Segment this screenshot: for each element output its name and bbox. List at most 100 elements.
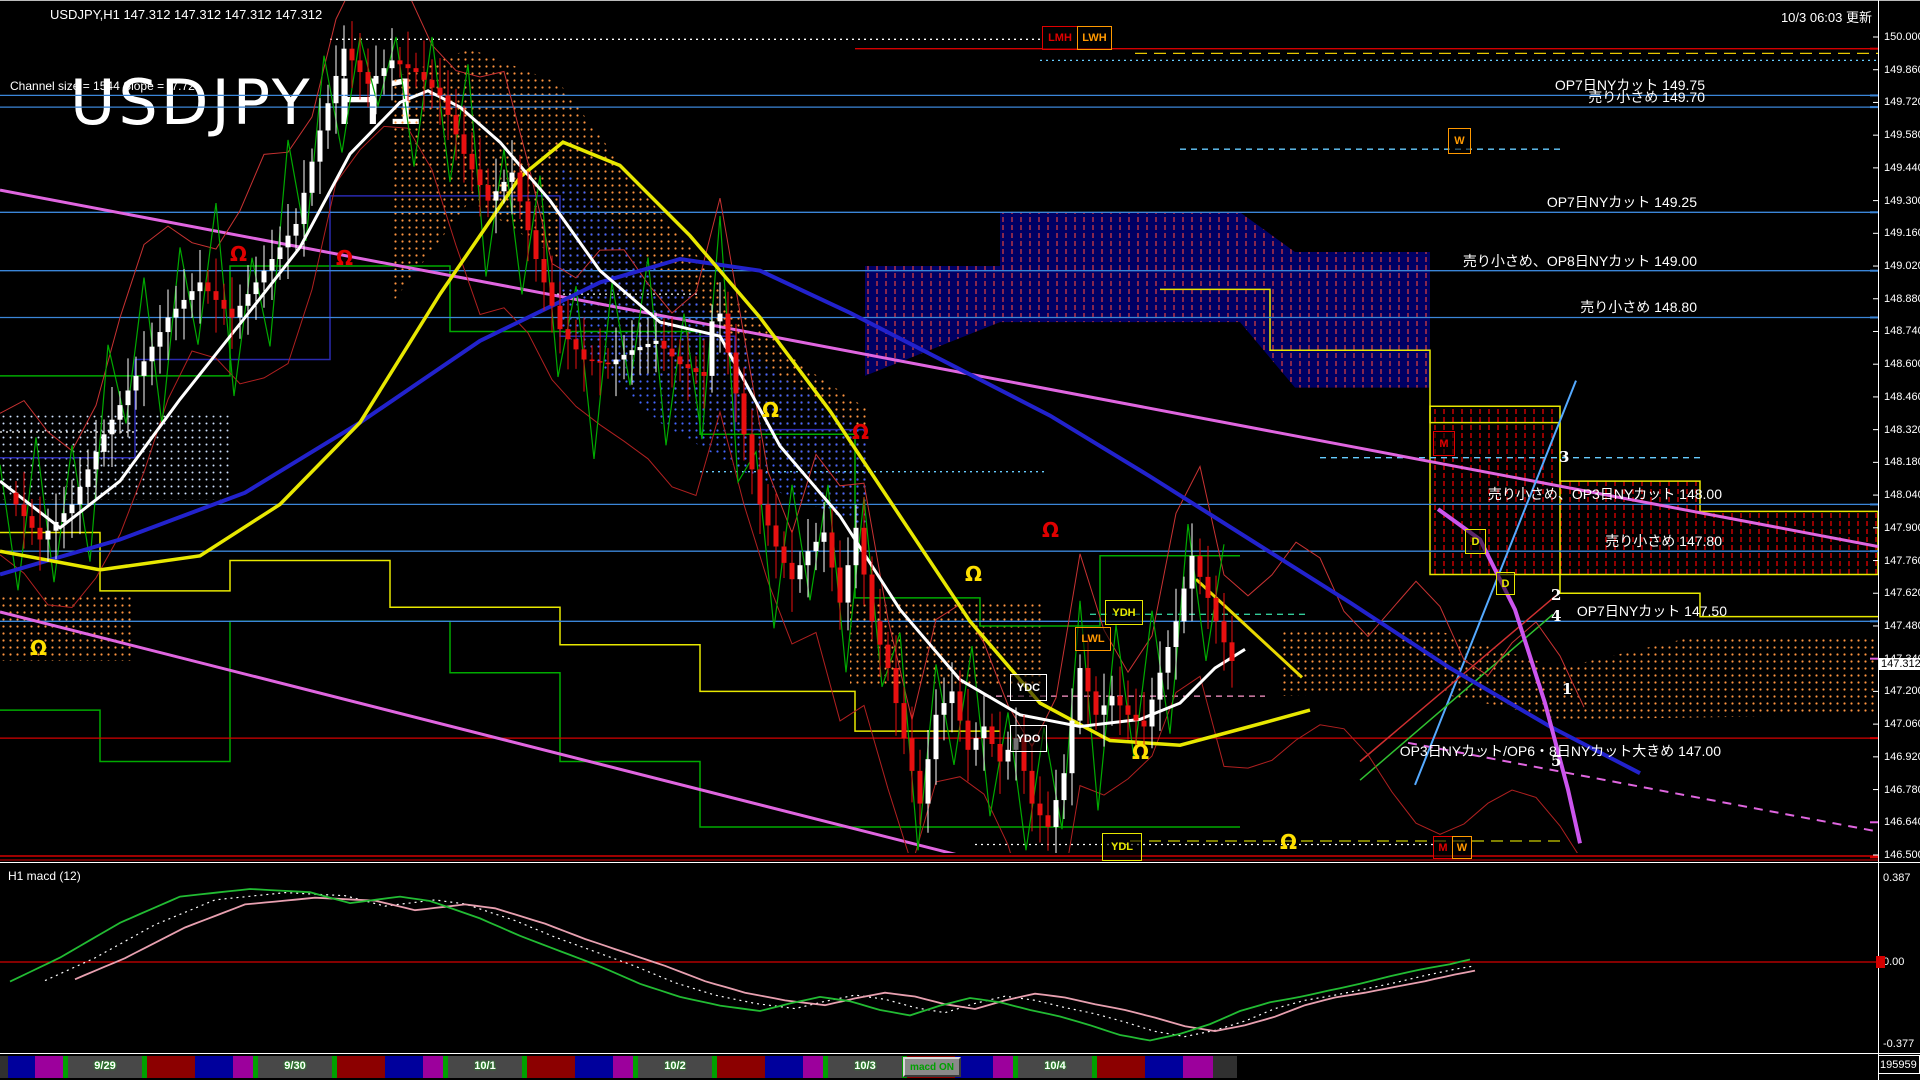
candle-body: [926, 759, 931, 803]
candle-body: [574, 339, 579, 349]
timeline-segment: [633, 1056, 638, 1078]
timeline-segment: [0, 1056, 8, 1078]
candle-body: [1022, 738, 1027, 771]
macd-signal-line: [75, 898, 1475, 1031]
candle-body: [1174, 621, 1179, 647]
candle-body: [22, 504, 27, 516]
candle-body: [30, 516, 35, 528]
candle-body: [662, 341, 667, 349]
timeline-segment: [765, 1056, 803, 1078]
candle-body: [854, 528, 859, 565]
candle-body: [1150, 700, 1155, 727]
candle-body: [334, 76, 339, 103]
candle-body: [1110, 696, 1115, 705]
candle-body: [654, 341, 659, 344]
candle-body: [286, 236, 291, 248]
candle-body: [246, 294, 251, 306]
timeline-segment: [1013, 1056, 1018, 1078]
candle-body: [1054, 800, 1059, 827]
candle-body: [670, 349, 675, 357]
channel-lower-trendline: [0, 612, 967, 857]
candle-body: [398, 60, 403, 64]
candle-body: [838, 568, 843, 603]
candle-body: [158, 332, 163, 347]
indicator-cloud: [865, 212, 1430, 387]
candle-body: [622, 355, 627, 360]
envelope-line: [0, 126, 1584, 931]
timeline-date: 9/29: [94, 1060, 115, 1072]
candle-body: [510, 173, 515, 182]
timeline-segment: [385, 1056, 423, 1078]
candle-body: [1030, 771, 1035, 804]
candle-body: [966, 721, 971, 750]
candle-body: [1166, 647, 1171, 673]
candle-body: [494, 191, 499, 200]
candle-body: [422, 72, 427, 80]
timeline-date: 10/1: [474, 1060, 495, 1072]
indicator-cloud: [1430, 406, 1878, 574]
macd-toggle-button[interactable]: macd ON: [903, 1057, 961, 1077]
candle-body: [566, 329, 571, 339]
timeline-segment: [147, 1056, 195, 1078]
candle-body: [1046, 815, 1051, 827]
candle-body: [526, 201, 531, 230]
candle-body: [254, 282, 259, 294]
timeline-segment: [63, 1056, 68, 1078]
candle-body: [702, 372, 707, 376]
candle-body: [678, 356, 683, 364]
candle-body: [382, 68, 387, 76]
candle-body: [502, 182, 507, 191]
candle-body: [990, 726, 995, 744]
candle-body: [806, 551, 811, 565]
candle-body: [278, 247, 283, 259]
timeline-segment: [823, 1056, 828, 1078]
candle-body: [766, 504, 771, 525]
timeline-segment: [717, 1056, 765, 1078]
candle-body: [798, 565, 803, 579]
timeline-segment: [575, 1056, 613, 1078]
timeline-segment: [35, 1056, 63, 1078]
candle-body: [694, 368, 699, 372]
candle-body: [190, 291, 195, 300]
candle-body: [1086, 668, 1091, 691]
trading-terminal-window: USDJPY H1 USDJPY,H1 147.312 147.312 147.…: [0, 0, 1920, 1080]
candle-body: [1158, 673, 1163, 700]
indicator-cloud: [0, 593, 135, 661]
candle-body: [750, 434, 755, 469]
candle-body: [1006, 750, 1011, 762]
candle-body: [1134, 715, 1139, 721]
channel-dashed-trendline: [1408, 743, 1878, 832]
candle-body: [758, 469, 763, 504]
candle-body: [438, 88, 443, 96]
candle-body: [414, 68, 419, 72]
candle-body: [1078, 668, 1083, 721]
candle-body: [638, 347, 643, 350]
channel-upper-trendline: [0, 190, 1878, 546]
candle-body: [134, 376, 139, 391]
candle-body: [486, 185, 491, 201]
candle-body: [182, 300, 187, 309]
candle-body: [222, 300, 227, 309]
macd-signal-dotted: [45, 893, 1475, 1037]
timeline-segment: [337, 1056, 385, 1078]
candle-body: [206, 282, 211, 291]
candle-body: [1214, 598, 1219, 621]
candle-body: [934, 715, 939, 759]
candle-body: [606, 363, 611, 365]
candle-body: [46, 531, 51, 540]
timeline-segment: [443, 1056, 448, 1078]
candle-body: [1070, 721, 1075, 774]
candle-body: [294, 224, 299, 236]
candle-body: [318, 130, 323, 161]
candle-body: [350, 49, 355, 61]
candle-body: [374, 76, 379, 84]
candle-body: [918, 771, 923, 804]
chart-canvas[interactable]: [0, 0, 1920, 1080]
indicator-cloud: [1280, 628, 1878, 719]
step-channel-line: [0, 621, 1240, 827]
candle-body: [718, 314, 723, 322]
candle-body: [390, 60, 395, 68]
timeline-date: 9/30: [284, 1060, 305, 1072]
candle-body: [1198, 556, 1203, 577]
candle-body: [310, 162, 315, 193]
